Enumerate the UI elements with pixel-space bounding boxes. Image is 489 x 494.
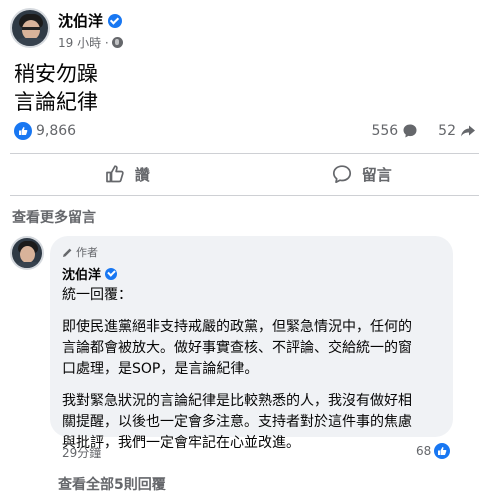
comment-author-avatar[interactable] [10,236,44,270]
comment-button[interactable]: 留言 [245,156,480,192]
post-time[interactable]: 19 小時 · [58,34,109,51]
comment-button-label: 留言 [361,165,392,184]
comment-paragraph: 我對緊急狀況的言論紀律是比較熟悉的人，我沒有做好相 關提醒，以後也一定會多注意。… [62,391,441,454]
thumbs-up-icon [105,165,124,183]
share-arrow-icon [461,125,475,137]
author-tag-label: 作者 [76,246,98,259]
pencil-icon [63,248,72,257]
post-line: 稍安勿躁 [14,62,98,86]
comment-icon [332,165,351,184]
post-line: 言論紀律 [14,90,98,114]
comment-author-name[interactable]: 沈伯洋 [62,264,101,283]
like-count: 9,866 [36,123,77,139]
like-reaction-icon [14,122,32,140]
like-button-label: 讚 [134,165,150,184]
verified-badge-icon [108,13,123,28]
comment-bubble-icon [403,124,417,138]
divider [10,153,479,154]
post-text: 稍安勿躁 言論紀律 [14,60,98,116]
comment-paragraph: 即使民進黨絕非支持戒嚴的政黨，但緊急情況中，任何的 言論都會被放大。做好事實查核… [62,317,441,380]
post-header: 沈伯洋 19 小時 · [10,8,123,51]
like-reaction-icon [434,443,451,459]
view-all-replies-link[interactable]: 查看全部5則回覆 [58,474,166,494]
comment-line: 即使民進黨絕非支持戒嚴的政黨，但緊急情況中，任何的 [62,319,412,335]
author-avatar[interactable] [10,8,50,48]
author-name[interactable]: 沈伯洋 [58,10,103,31]
comment-line: 關提醒，以後也一定會多注意。支持者對於這件事的焦慮 [62,414,412,430]
comment-time[interactable]: 29分鐘 [62,444,101,461]
comment-count-group[interactable]: 556 [371,123,418,139]
comment-reactions[interactable]: 68 [416,443,451,459]
post-stats: 9,866 556 52 [14,122,476,140]
author-tag: 作者 [62,244,441,260]
reactions-summary[interactable]: 9,866 [14,122,76,140]
share-count: 52 [438,123,456,139]
globe-icon [111,37,123,48]
comment-line: 我對緊急狀況的言論紀律是比較熟悉的人，我沒有做好相 [62,393,412,409]
comment-line: 言論都會被放大。做好事實查核、不評論、交給統一的窗 [62,340,412,356]
comment-line: 口處理，是SOP，是言論紀律。 [62,361,259,377]
post-actions: 讚 留言 [10,156,479,192]
comment-paragraph: 統一回覆： [62,287,132,303]
like-button[interactable]: 讚 [10,156,245,192]
share-count-group[interactable]: 52 [438,123,476,139]
comment-line: 與批評，我們一定會牢記在心並改進。 [62,435,300,451]
comment-like-count: 68 [416,444,432,458]
verified-badge-icon [105,267,118,280]
comment-count: 556 [371,123,399,139]
view-more-comments-link[interactable]: 查看更多留言 [12,207,96,227]
divider [10,195,479,196]
comment-bubble: 作者 沈伯洋 統一回覆： 即使民進黨絕非支持戒嚴的政黨，但緊急情況中，任何的 言… [50,236,453,451]
